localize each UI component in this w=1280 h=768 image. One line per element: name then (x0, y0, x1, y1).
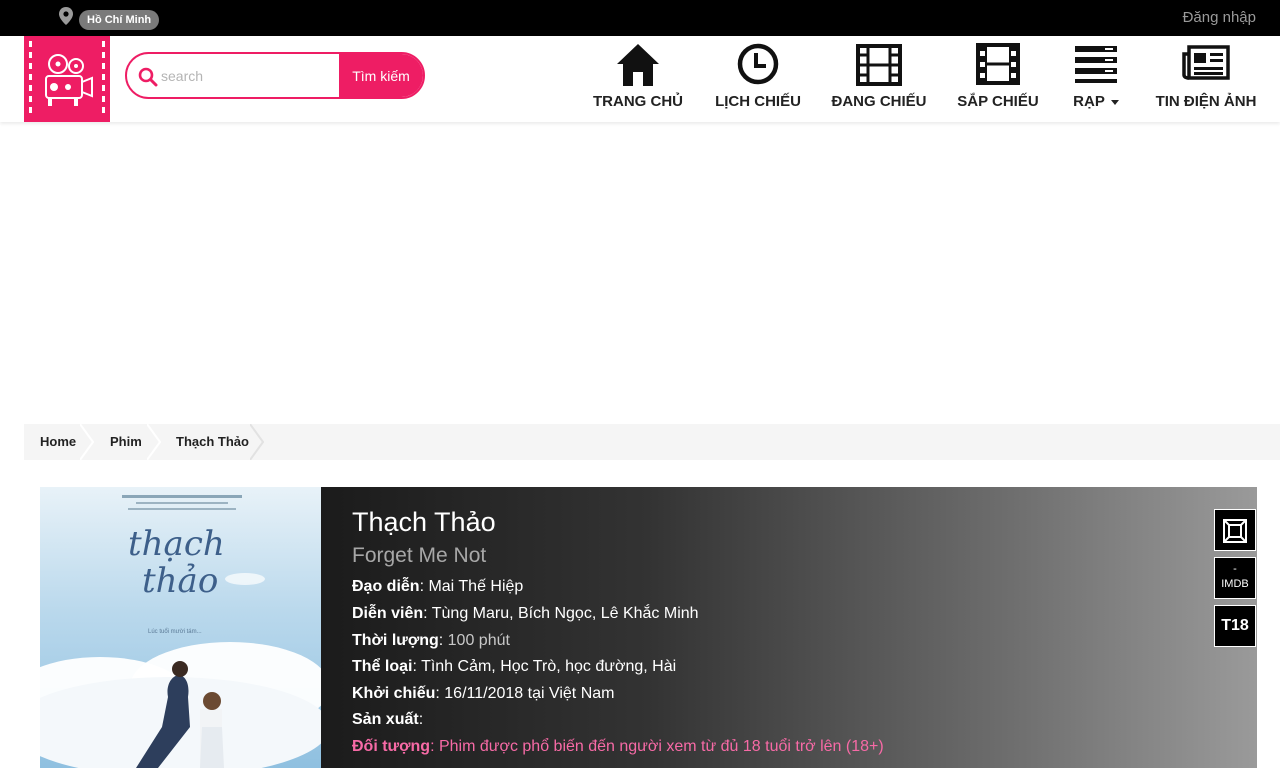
search-input[interactable] (161, 54, 341, 97)
search-box: Tìm kiếm (125, 52, 425, 99)
cast-label: Diễn viên (352, 605, 424, 622)
breadcrumb-current: Thạch Thảo (176, 434, 249, 449)
clock-icon (737, 43, 779, 85)
movie-info: Thạch Thảo Forget Me Not Đạo diễn: Mai T… (321, 487, 1257, 768)
logo[interactable] (24, 36, 110, 122)
nav-now-showing[interactable]: ĐANG CHIẾU (826, 36, 932, 122)
audience-value: Phim được phổ biến đến người xem từ đủ 1… (438, 738, 884, 755)
breadcrumb: Home Phim Thạch Thảo (24, 424, 1280, 460)
genre-row: Thể loại: Tình Cảm, Học Trò, học đường, … (352, 658, 677, 675)
movie-detail-card: thạch thảo Lúc tuổi mười tám... Thạch Th… (40, 487, 1257, 768)
director-label: Đạo diễn (352, 578, 420, 595)
poster-title-line2: thảo (142, 561, 218, 601)
duration-label: Thời lượng (352, 632, 439, 649)
map-pin-icon (59, 7, 73, 25)
city-selector[interactable]: Hồ Chí Minh (79, 10, 160, 30)
nav-cinema-text: RẠP (1073, 93, 1105, 110)
breadcrumb-home[interactable]: Home (40, 424, 76, 460)
newspaper-icon (1182, 45, 1230, 80)
movie-original-title: Forget Me Not (352, 544, 487, 567)
poster-tagline: Lúc tuổi mười tám... (148, 628, 202, 635)
header: Tìm kiếm TRANG CHỦ LỊCH CHIẾU ĐANG CHIẾU (0, 36, 1280, 122)
release-label: Khởi chiếu (352, 685, 436, 702)
duration-row: Thời lượng: 100 phút (352, 632, 510, 649)
duration-value: 100 phút (447, 632, 510, 649)
age-rating-badge: T18 (1214, 605, 1256, 647)
audience-row: Đối tượng: Phim được phổ biến đến người … (352, 738, 884, 755)
gallery-icon (1223, 519, 1247, 543)
home-icon (617, 44, 659, 86)
nav-cinema-label: RẠP (1060, 93, 1132, 110)
poster-title-line1: thạch (128, 524, 225, 564)
nav-cinema[interactable]: RẠP (1060, 36, 1132, 122)
search-icon (138, 67, 158, 87)
breadcrumb-separator-icon (250, 424, 264, 460)
movie-title: Thạch Thảo (352, 507, 496, 537)
login-link[interactable]: Đăng nhập (1183, 9, 1256, 26)
nav-news-label: TIN ĐIỆN ẢNH (1155, 93, 1257, 110)
nav-home-label: TRANG CHỦ (593, 93, 683, 110)
imdb-label: IMDB (1221, 578, 1249, 590)
imdb-badge: - IMDB (1214, 557, 1256, 599)
film-projector-logo-icon (29, 41, 105, 113)
imdb-score: - (1233, 563, 1237, 575)
nav-schedule[interactable]: LỊCH CHIẾU (710, 36, 806, 122)
nav-coming-soon[interactable]: SẮP CHIẾU (950, 36, 1046, 122)
film-strip-icon (976, 43, 1020, 85)
director-row: Đạo diễn: Mai Thế Hiệp (352, 578, 524, 595)
film-icon (856, 44, 902, 86)
genre-label: Thể loại (352, 658, 413, 675)
nav-schedule-label: LỊCH CHIẾU (715, 93, 801, 110)
breadcrumb-phim[interactable]: Phim (110, 424, 142, 460)
breadcrumb-separator-icon (147, 424, 161, 460)
audience-label: Đối tượng (352, 738, 431, 755)
breadcrumb-separator-icon (80, 424, 94, 460)
nav-news[interactable]: TIN ĐIỆN ẢNH (1150, 36, 1262, 122)
poster-image: thạch thảo Lúc tuổi mười tám... (40, 487, 321, 768)
list-icon (1075, 46, 1117, 83)
cast-value: Tùng Maru, Bích Ngọc, Lê Khắc Minh (431, 605, 699, 622)
cast-row: Diễn viên: Tùng Maru, Bích Ngọc, Lê Khắc… (352, 605, 699, 622)
director-value: Mai Thế Hiệp (428, 578, 524, 595)
search-button[interactable]: Tìm kiếm (339, 54, 423, 97)
nav-home[interactable]: TRANG CHỦ (590, 36, 686, 122)
release-value: 16/11/2018 tại Việt Nam (444, 685, 615, 702)
producer-row: Sản xuất: (352, 711, 424, 728)
genre-value: Tình Cảm, Học Trò, học đường, Hài (421, 658, 677, 675)
top-bar: Hồ Chí Minh Đăng nhập (0, 0, 1280, 36)
movie-poster[interactable]: thạch thảo Lúc tuổi mười tám... (40, 487, 321, 768)
gallery-button[interactable] (1214, 509, 1256, 551)
release-row: Khởi chiếu: 16/11/2018 tại Việt Nam (352, 685, 615, 702)
nav-coming-soon-label: SẮP CHIẾU (957, 93, 1039, 110)
nav-now-showing-label: ĐANG CHIẾU (831, 93, 927, 110)
chevron-down-icon (1110, 99, 1119, 105)
producer-label: Sản xuất (352, 711, 419, 728)
